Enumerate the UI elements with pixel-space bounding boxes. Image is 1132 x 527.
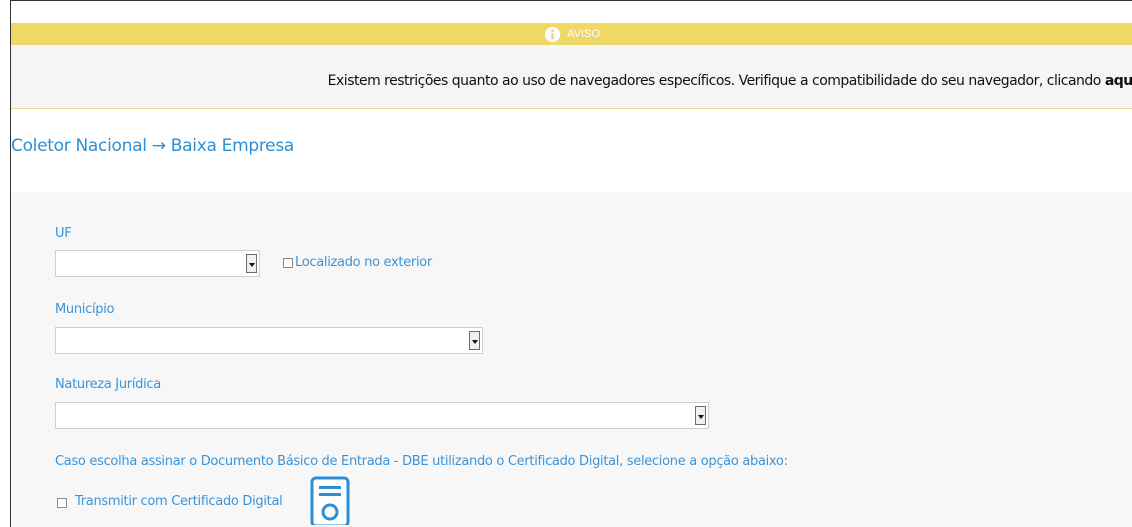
notice-message: Existem restrições quanto ao uso de nave… xyxy=(327,73,1105,89)
chevron-down-icon[interactable] xyxy=(246,254,257,273)
municipio-label: Município xyxy=(55,302,115,317)
breadcrumb: Coletor Nacional → Baixa Empresa xyxy=(11,136,295,156)
compatibility-link[interactable]: aqui xyxy=(1105,73,1132,89)
uf-label: UF xyxy=(55,226,72,241)
dbe-note: Caso escolha assinar o Documento Básico … xyxy=(55,454,788,469)
info-icon xyxy=(544,26,561,42)
aviso-label: AVISO xyxy=(567,28,600,40)
certificate-icon xyxy=(310,476,350,525)
app-frame: AVISO Existem restrições quanto ao uso d… xyxy=(10,0,1132,527)
natureza-select[interactable] xyxy=(55,402,709,429)
cert-checkbox[interactable] xyxy=(57,498,67,508)
chevron-down-icon[interactable] xyxy=(695,406,706,425)
browser-notice-text: Existem restrições quanto ao uso de nave… xyxy=(328,73,1132,89)
exterior-label[interactable]: Localizado no exterior xyxy=(295,255,432,270)
exterior-checkbox[interactable] xyxy=(283,258,293,268)
form-panel: UF Localizado no exterior Município Natu… xyxy=(11,192,1132,527)
municipio-select[interactable] xyxy=(55,327,483,354)
cert-label[interactable]: Transmitir com Certificado Digital xyxy=(75,494,283,509)
chevron-down-icon[interactable] xyxy=(469,331,480,350)
browser-notice: Existem restrições quanto ao uso de nave… xyxy=(11,45,1132,109)
natureza-label: Natureza Jurídica xyxy=(55,377,161,392)
uf-select[interactable] xyxy=(55,250,260,277)
aviso-bar: AVISO xyxy=(11,23,1132,45)
